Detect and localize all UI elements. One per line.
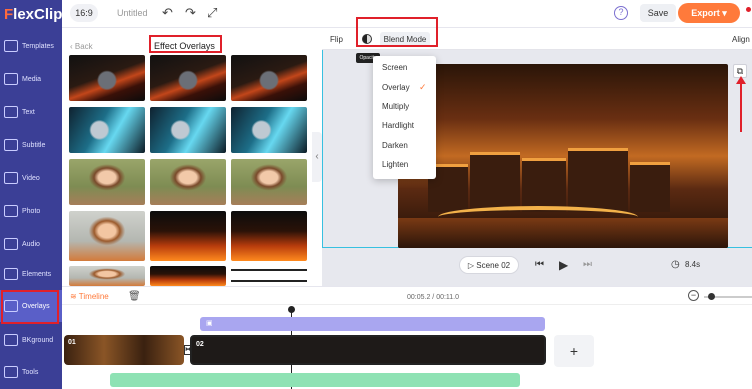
scene-building — [522, 158, 566, 212]
sidebar-item-video[interactable]: Video — [0, 162, 62, 194]
overlay-thumbnail[interactable] — [231, 211, 307, 261]
scene-building — [470, 152, 520, 212]
overlay-thumbnail[interactable] — [69, 266, 145, 286]
aspect-ratio-button[interactable]: 16:9 — [70, 4, 98, 22]
scene-building — [568, 148, 628, 212]
annotation-arrow — [740, 80, 742, 132]
app-logo: FlexClip — [4, 6, 63, 23]
timeline-toggle[interactable]: ≋ Timeline — [70, 292, 109, 301]
blend-option-multiply[interactable]: Multiply — [382, 102, 409, 111]
redo-icon[interactable]: ↷ — [185, 6, 196, 20]
text-icon — [4, 106, 18, 118]
back-button[interactable]: ‹ Back — [70, 42, 93, 51]
notification-dot — [746, 7, 751, 12]
media-icon — [4, 73, 18, 85]
blend-mode-dropdown: Screen Overlay ✓ Multiply Hardlight Dark… — [373, 56, 436, 179]
timeline-clip-01[interactable]: 01 — [64, 335, 184, 365]
play-icon[interactable]: ▶ — [559, 258, 568, 272]
highlight-panel-title — [149, 35, 222, 53]
align-button[interactable]: Align — [732, 35, 750, 44]
overlays-panel: ‹ Back Effect Overlays — [62, 28, 320, 286]
overlay-thumbnail[interactable] — [150, 266, 226, 286]
help-icon[interactable]: ? — [614, 6, 628, 20]
fullscreen-icon[interactable]: ⤢ — [207, 6, 217, 20]
timeline: ≋ Timeline 🗑 00:05.2 / 00:11.0 − ▣ 01 ⧓ … — [62, 286, 752, 389]
playback-controls: ▷ Scene 02 ⏮ ▶ ⏭ ◷ 8.4s — [322, 256, 752, 286]
elements-icon — [4, 268, 18, 280]
overlay-thumbnail[interactable] — [231, 55, 307, 101]
overlay-thumbnail[interactable] — [69, 107, 145, 153]
timecode: 00:05.2 / 00:11.0 — [407, 294, 460, 301]
blend-option-overlay[interactable]: Overlay — [382, 83, 410, 92]
save-button[interactable]: Save — [640, 4, 676, 22]
photo-icon — [4, 205, 18, 217]
blend-option-darken[interactable]: Darken — [382, 141, 408, 150]
previous-icon[interactable]: ⏮ — [535, 259, 544, 270]
audio-icon — [4, 238, 18, 250]
audio-track-clip[interactable] — [110, 373, 520, 387]
subtitle-icon — [4, 139, 18, 151]
clock-icon: ◷ — [671, 259, 680, 270]
scene-selector[interactable]: ▷ Scene 02 — [459, 256, 519, 274]
zoom-out-icon[interactable]: − — [688, 290, 699, 301]
video-icon — [4, 172, 18, 184]
scene-building — [630, 162, 670, 212]
zoom-slider-handle[interactable] — [708, 293, 715, 300]
scene-bridge — [438, 206, 638, 228]
playhead-handle[interactable] — [288, 306, 295, 313]
undo-icon[interactable]: ↶ — [162, 6, 173, 20]
templates-icon — [4, 40, 18, 52]
project-title[interactable]: Untitled — [117, 8, 148, 18]
sidebar-item-elements[interactable]: Elements — [0, 258, 62, 290]
sidebar-item-photo[interactable]: Photo — [0, 195, 62, 227]
flip-button[interactable]: Flip — [330, 35, 343, 44]
export-button[interactable]: Export ▾ — [678, 3, 740, 23]
blend-option-hardlight[interactable]: Hardlight — [382, 121, 414, 130]
ruler — [62, 304, 752, 305]
overlay-thumbnail[interactable] — [150, 159, 226, 205]
blend-option-lighten[interactable]: Lighten — [382, 160, 408, 169]
sidebar-item-templates[interactable]: Templates — [0, 30, 62, 62]
sidebar-item-text[interactable]: Text — [0, 96, 62, 128]
overlay-thumbnail[interactable] — [150, 107, 226, 153]
sidebar: FlexClip Templates Media Text Subtitle V… — [0, 0, 62, 389]
chevron-down-icon: ▾ — [722, 8, 727, 18]
video-preview[interactable] — [398, 64, 728, 248]
overlay-thumbnail[interactable] — [69, 55, 145, 101]
annotation-arrowhead — [736, 76, 746, 84]
overlay-thumbnail[interactable] — [231, 266, 307, 286]
overlay-track-clip[interactable]: ▣ — [200, 317, 545, 331]
overlay-thumbnail[interactable] — [150, 55, 226, 101]
timeline-icon: ≋ — [70, 292, 79, 301]
timeline-clip-02[interactable]: 02 — [190, 335, 546, 365]
delete-icon[interactable]: 🗑 — [128, 291, 141, 302]
add-clip-button[interactable]: + — [554, 335, 594, 367]
duration-label: 8.4s — [685, 260, 701, 269]
check-icon: ✓ — [419, 82, 427, 92]
sidebar-item-subtitle[interactable]: Subtitle — [0, 129, 62, 161]
next-icon[interactable]: ⏭ — [583, 259, 592, 270]
sidebar-item-media[interactable]: Media — [0, 63, 62, 95]
overlay-thumbnail[interactable] — [69, 159, 145, 205]
background-icon — [4, 334, 18, 346]
sidebar-item-audio[interactable]: Audio — [0, 228, 62, 260]
blend-option-screen[interactable]: Screen — [382, 63, 407, 72]
highlight-overlays — [1, 290, 59, 324]
overlay-clip-icon: ▣ — [206, 320, 213, 327]
sidebar-item-tools[interactable]: Tools — [0, 356, 62, 388]
overlay-thumbnail[interactable] — [231, 107, 307, 153]
overlay-thumbnail[interactable] — [150, 211, 226, 261]
highlight-blend-mode — [356, 17, 438, 47]
overlay-thumbnail[interactable] — [231, 159, 307, 205]
guide-line — [322, 50, 323, 248]
sidebar-item-bkground[interactable]: BKground — [0, 324, 62, 356]
tools-icon — [4, 366, 18, 378]
collapse-panel-handle[interactable]: ‹ — [312, 132, 322, 182]
overlay-thumbnail[interactable] — [69, 211, 145, 261]
